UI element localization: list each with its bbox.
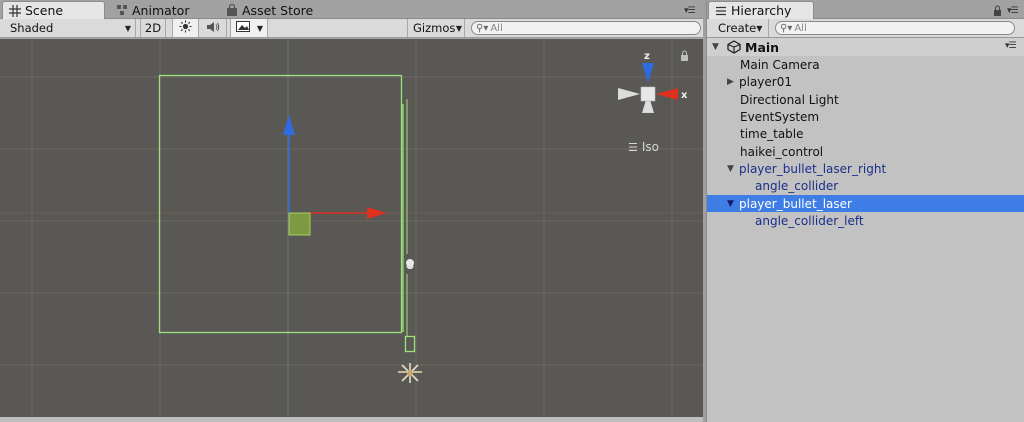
gizmos-label: Gizmos xyxy=(413,21,456,35)
list-item-label: time_table xyxy=(740,126,804,141)
tab-hierarchy-label: Hierarchy xyxy=(731,3,792,18)
mode-2d-label: 2D xyxy=(144,21,162,35)
list-item[interactable]: EventSystem xyxy=(707,108,1024,125)
expand-arrow-icon[interactable]: ▼ xyxy=(727,164,739,174)
scene-toolbar: Shaded ▼ 2D ▼ Gizmos ▼ ⚲▾ All xyxy=(0,19,703,38)
light-gizmo-icon[interactable] xyxy=(406,259,414,269)
list-item-label: Directional Light xyxy=(740,92,839,107)
hierarchy-menu-icon[interactable]: ▾☰ xyxy=(1007,6,1019,16)
list-item-label: player_bullet_laser xyxy=(739,196,852,211)
list-item[interactable]: Directional Light xyxy=(707,91,1024,108)
list-item-label: player01 xyxy=(739,74,792,89)
projection-toggle[interactable]: ☰ Iso xyxy=(628,140,659,154)
effects-dropdown[interactable]: ▼ xyxy=(230,19,268,37)
chevron-down-icon: ▼ xyxy=(756,23,763,33)
list-icon xyxy=(715,5,727,17)
tab-asset-store[interactable]: Asset Store xyxy=(220,1,330,19)
sprite-icon[interactable] xyxy=(398,363,422,383)
chevron-down-icon: ▼ xyxy=(455,23,462,33)
list-item[interactable]: haikei_control xyxy=(707,143,1024,160)
tab-hierarchy[interactable]: Hierarchy xyxy=(708,1,814,19)
hierarchy-tabbar: Hierarchy ▾☰ xyxy=(707,0,1024,19)
hierarchy-panel: Hierarchy ▾☰ Create ▼ ⚲▾ All ▼ Main ▾☰ M… xyxy=(706,0,1024,422)
menu-lines-icon: ☰ xyxy=(628,140,638,154)
scene-name: Main xyxy=(745,39,780,55)
audio-toggle[interactable] xyxy=(200,19,227,37)
search-icon: ⚲▾ xyxy=(476,22,489,34)
scene-search-input[interactable]: ⚲▾ All xyxy=(471,21,701,35)
mode-2d-toggle[interactable]: 2D xyxy=(140,19,166,37)
scene-search-placeholder: All xyxy=(490,22,503,34)
shading-mode-label: Shaded xyxy=(10,21,54,35)
speaker-icon xyxy=(206,21,220,36)
scene-tabbar: Scene Animator Asset Store ▾☰ xyxy=(0,0,703,19)
scene-grid xyxy=(0,39,703,417)
list-item[interactable]: time_table xyxy=(707,125,1024,142)
scene-bottom-edge xyxy=(0,417,703,422)
tab-scene-label: Scene xyxy=(25,3,64,18)
lock-icon[interactable] xyxy=(993,5,1002,19)
list-item-label: EventSystem xyxy=(740,109,820,124)
scene-root-row[interactable]: ▼ Main ▾☰ xyxy=(707,38,1024,56)
projection-label: Iso xyxy=(641,140,660,154)
list-item-label: angle_collider_left xyxy=(755,213,864,228)
lighting-toggle[interactable] xyxy=(172,19,199,37)
list-item-label: angle_collider xyxy=(755,178,839,193)
create-dropdown[interactable]: Create ▼ xyxy=(709,19,769,37)
hierarchy-toolbar: Create ▼ ⚲▾ All xyxy=(707,19,1024,38)
create-label: Create xyxy=(718,21,757,35)
shading-mode-dropdown[interactable]: Shaded ▼ xyxy=(0,19,136,37)
expand-arrow-icon[interactable]: ▶ xyxy=(727,77,739,87)
sun-icon xyxy=(179,20,192,36)
search-icon: ⚲▾ xyxy=(780,22,793,34)
axis-z-label: z xyxy=(644,51,650,62)
unity-logo-icon xyxy=(727,40,741,54)
list-item[interactable]: Main Camera xyxy=(707,56,1024,73)
orientation-gizmo[interactable] xyxy=(618,63,678,113)
hierarchy-search-input[interactable]: ⚲▾ All xyxy=(775,21,1015,35)
tab-asset-store-label: Asset Store xyxy=(242,2,314,18)
lock-icon[interactable] xyxy=(681,50,688,61)
scene-menu-icon[interactable]: ▾☰ xyxy=(1005,41,1017,51)
scene-panel: Scene Animator Asset Store ▾☰ Shaded ▼ 2… xyxy=(0,0,703,422)
list-item-label: Main Camera xyxy=(740,57,820,72)
selection-bounds[interactable] xyxy=(158,74,403,334)
list-item[interactable]: ▼ player_bullet_laser_right xyxy=(707,160,1024,177)
chevron-down-icon: ▼ xyxy=(256,23,263,33)
scene-viewport[interactable]: z x ☰ Iso xyxy=(0,39,703,417)
list-item[interactable]: ▶ player01 xyxy=(707,73,1024,90)
gizmos-dropdown[interactable]: Gizmos ▼ xyxy=(407,19,465,37)
tab-animator[interactable]: Animator xyxy=(110,1,210,19)
list-item[interactable]: angle_collider xyxy=(707,177,1024,194)
move-gizmo[interactable] xyxy=(283,115,387,236)
axis-x-label: x xyxy=(681,90,688,101)
list-item-label: haikei_control xyxy=(740,144,824,159)
list-item-selected[interactable]: ▼ player_bullet_laser xyxy=(707,195,1024,212)
tab-scene[interactable]: Scene xyxy=(2,1,105,19)
scene-canvas: z x xyxy=(0,39,703,417)
store-bag-icon xyxy=(226,3,238,16)
expand-arrow-icon[interactable]: ▼ xyxy=(712,42,724,52)
chevron-down-icon: ▼ xyxy=(124,23,131,33)
tab-animator-label: Animator xyxy=(132,2,190,18)
list-item-label: player_bullet_laser_right xyxy=(739,161,887,176)
collider-box[interactable] xyxy=(404,335,416,353)
list-item[interactable]: angle_collider_left xyxy=(707,212,1024,229)
hierarchy-search-placeholder: All xyxy=(794,22,807,34)
grid-icon xyxy=(9,4,21,17)
expand-arrow-icon[interactable]: ▼ xyxy=(727,199,739,209)
image-icon xyxy=(236,21,250,35)
panel-menu-icon[interactable]: ▾☰ xyxy=(684,6,696,16)
animator-icon xyxy=(116,4,128,16)
